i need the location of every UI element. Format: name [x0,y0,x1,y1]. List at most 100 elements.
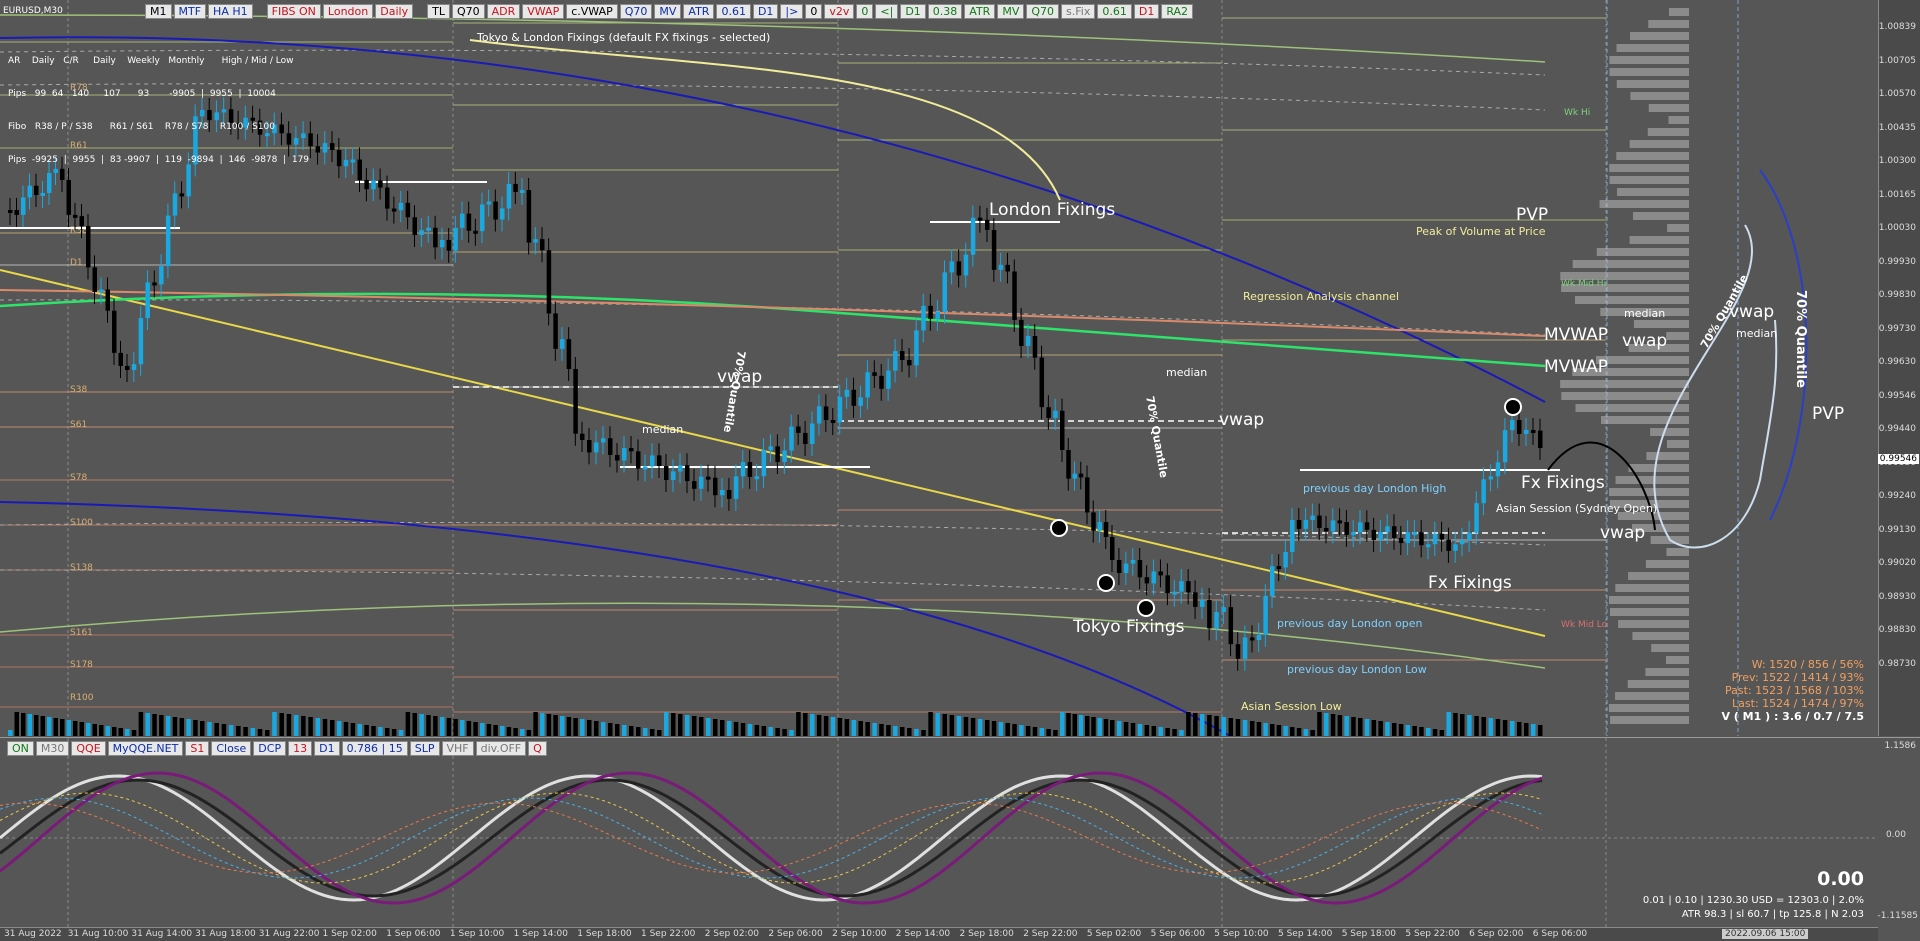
toolbar-button-0-786-15[interactable]: 0.786 | 15 [341,741,408,756]
toolbar-button-13[interactable]: 13 [288,741,313,756]
toolbar-button-q70[interactable]: Q70 [619,4,653,19]
volume-bar [179,718,185,736]
toolbar-button-mv[interactable]: MV [654,4,682,19]
toolbar-spacer [415,4,425,19]
candle-body [900,351,905,360]
toolbar-button-atr[interactable]: ATR [683,4,715,19]
candle-body [1330,520,1336,532]
toolbar-button-adr[interactable]: ADR [486,4,521,19]
toolbar-button-fibs-on[interactable]: FIBS ON [266,4,321,19]
price-axis-label: 0.99546 [1878,390,1916,401]
fib-level-label: D1 [70,258,83,268]
candle-body [914,330,919,366]
volume-bar [200,721,205,736]
toolbar-button-0[interactable]: 0 [805,4,823,19]
toolbar-button-tl[interactable]: TL [427,4,450,19]
toolbar-button-dcp[interactable]: DCP [253,741,287,756]
toolbar-button-daily[interactable]: Daily [375,4,414,19]
pvp-label: PVP [1516,205,1549,225]
price-axis-label: 0.99930 [1878,256,1916,267]
toolbar-button--[interactable]: <| [875,4,899,19]
toolbar-button-qqe[interactable]: QQE [71,741,106,756]
toolbar-button-slp[interactable]: SLP [409,741,440,756]
volume-profile-bar [1616,80,1689,88]
oscillator-canvas[interactable] [0,738,1920,941]
candle-body [872,372,877,376]
toolbar-button-0-61[interactable]: 0.61 [1097,4,1132,19]
toolbar-button-ra2[interactable]: RA2 [1161,4,1194,19]
price-axis-label: 1.00435 [1878,122,1916,133]
time-axis-label: 2 Sep 22:00 [1023,929,1078,939]
toolbar-button-d1[interactable]: D1 [900,4,926,19]
toolbar-button-vhf[interactable]: VHF [441,741,474,756]
price-axis-label: 0.98830 [1878,625,1916,635]
volume-bar [1235,719,1241,736]
volume-bar [99,725,104,736]
volume-bar [1158,727,1163,736]
volume-bar [92,724,97,736]
toolbar-button-on[interactable]: ON [7,741,34,756]
candle-body [1474,503,1479,533]
toolbar-button-q70[interactable]: Q70 [451,4,485,19]
toolbar-button-atr[interactable]: ATR [964,4,996,19]
candle-body [594,442,599,453]
toolbar-button-d1[interactable]: D1 [752,4,779,19]
volume-bar [53,718,58,736]
volume-bar [1123,722,1129,736]
toolbar-button-0-38[interactable]: 0.38 [927,4,963,19]
volume-profile-bar [1665,656,1689,664]
toolbar-button-s-fix[interactable]: s.Fix [1061,4,1096,19]
toolbar-button-myqqe-net[interactable]: MyQQE.NET [107,741,184,756]
osc-value: 0.00 [1817,868,1864,890]
toolbar-button-v2v[interactable]: v2v [824,4,855,19]
toolbar-button-d1[interactable]: D1 [314,741,340,756]
toolbar-button-m30[interactable]: M30 [35,741,70,756]
toolbar-button-ha-h1[interactable]: HA H1 [208,4,253,19]
volume-bar [1200,714,1205,736]
price-axis[interactable]: 1.00839 1.00705 1.00570 1.00435 1.00300 1.001… [1878,0,1920,736]
candle-body [1351,532,1356,536]
volume-bar [426,715,431,736]
main-price-chart[interactable]: R100 R78 R61 R38 D1 S38 S61 S78 S100 S138 S161 S178… [0,0,1920,737]
volume-bar [1337,715,1343,736]
candle-body [657,455,662,467]
candle-body [322,143,328,153]
volume-bar [1290,727,1295,736]
volume-bar [851,720,857,736]
volume-bar [1481,717,1486,736]
info-row-3: Fibo R38 / P / S38 R61 / S61 R78 / S78 R… [8,122,276,132]
volume-bar [460,720,465,736]
volume-bar [1344,716,1349,736]
candle-body [789,426,794,451]
toolbar-button-mv[interactable]: MV [997,4,1025,19]
candle-body [1235,644,1241,659]
toolbar-button-m1[interactable]: M1 [145,4,172,19]
toolbar-button-s1[interactable]: S1 [185,741,210,756]
toolbar-button-close[interactable]: Close [211,741,252,756]
toolbar-button-london[interactable]: London [322,4,374,19]
volume-bar [1510,721,1515,736]
time-axis-label: 2 Sep 10:00 [832,929,887,939]
toolbar-button-q70[interactable]: Q70 [1026,4,1060,19]
toolbar-button-vwap[interactable]: VWAP [522,4,565,19]
toolbar-button-c-vwap[interactable]: c.VWAP [566,4,618,19]
toolbar-button-0-61[interactable]: 0.61 [716,4,751,19]
toolbar-button-0[interactable]: 0 [856,4,874,19]
volume-profile-bar [1648,20,1689,28]
toolbar-button--[interactable]: |> [780,4,804,19]
toolbar-button-q[interactable]: Q [528,741,547,756]
candle-body [540,239,545,251]
candle-body [942,272,947,312]
volume-bar [145,713,150,736]
time-axis[interactable]: 31 Aug 2022 31 Aug 10:00 31 Aug 14:00 31 Au… [0,927,1878,941]
oscillator-panel[interactable]: ON M30 QQE MyQQE.NET S1 Close DCP 13 D1 0.786 | 1… [0,737,1920,941]
volume-bar [1270,724,1275,736]
toolbar-button-d1[interactable]: D1 [1133,4,1160,19]
volume-bar [775,728,780,736]
volume-bar [493,725,498,736]
volume-bar [14,712,19,736]
toolbar-button-div-off[interactable]: div.OFF [475,741,527,756]
candle-body [1242,637,1248,659]
candle-body [865,372,870,398]
toolbar-button-mtf[interactable]: MTF [173,4,207,19]
